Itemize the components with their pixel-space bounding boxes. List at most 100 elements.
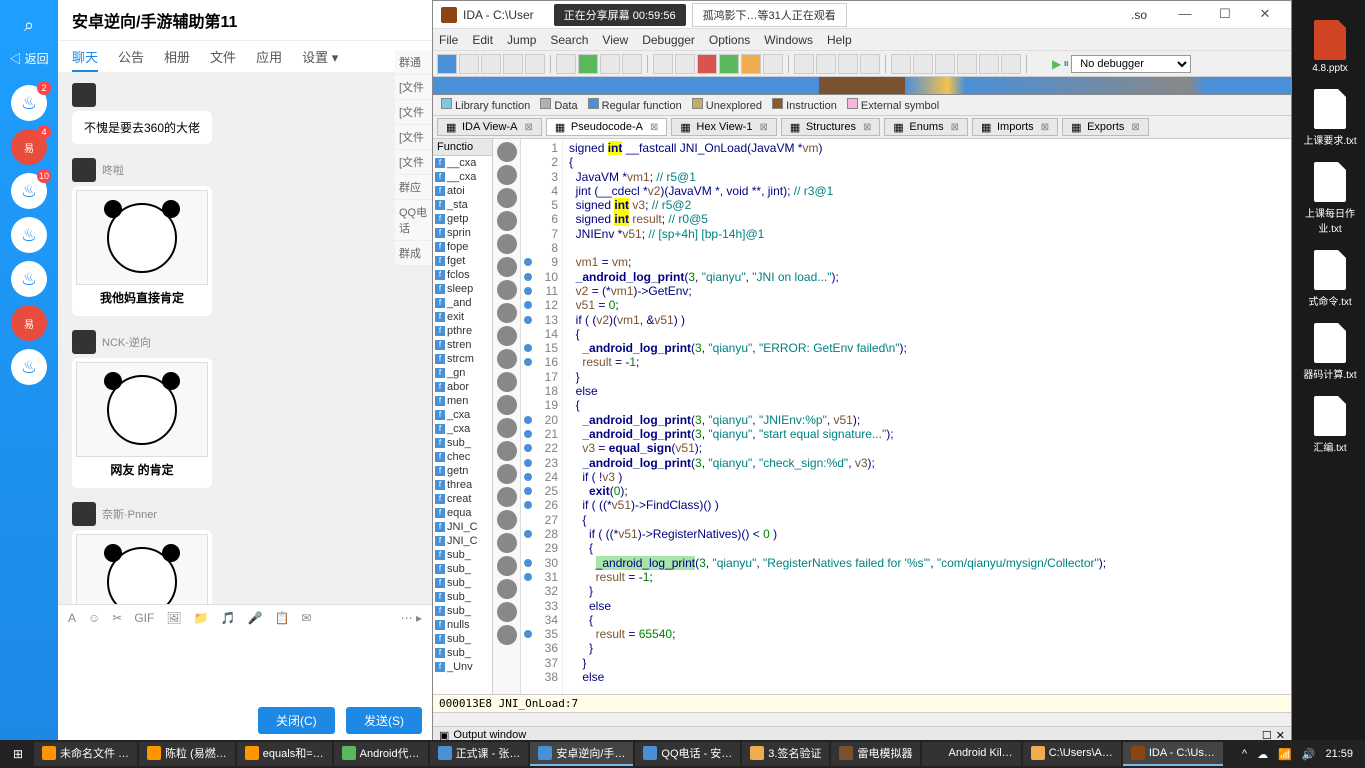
code-line[interactable] [569,241,1285,255]
toolbar-button[interactable] [794,54,814,74]
member-avatar[interactable] [497,625,517,645]
desktop-file[interactable]: 4.8.pptx [1300,20,1360,74]
sidebar-avatar[interactable]: ♨ [11,261,47,297]
compose-tool-icon[interactable]: A [68,611,76,625]
line-number[interactable]: 38 [521,670,562,684]
function-item[interactable]: fequa [433,506,492,520]
function-item[interactable]: fthrea [433,478,492,492]
menu-item[interactable]: Windows [764,33,813,47]
function-item[interactable]: ffclos [433,268,492,282]
chat-tab[interactable]: 文件 [210,50,236,65]
line-number[interactable]: 2 [521,155,562,169]
search-icon[interactable]: ⌕ [14,10,44,40]
menu-item[interactable]: Options [709,33,750,47]
line-number[interactable]: 33 [521,599,562,613]
member-avatar[interactable] [497,165,517,185]
compose-tool-icon[interactable]: 📋 [274,611,289,625]
member-avatar[interactable] [497,234,517,254]
function-item[interactable]: fmen [433,394,492,408]
code-line[interactable]: { [569,513,1285,527]
toolbar-button[interactable] [437,54,457,74]
line-number[interactable]: 20 [521,413,562,427]
view-tab[interactable]: ▦IDA View-A⊠ [437,118,542,136]
functions-panel[interactable]: Functio f__cxaf__cxafatoif_stafgetpfspri… [433,139,493,694]
function-item[interactable]: fstrcm [433,352,492,366]
function-item[interactable]: fcreat [433,492,492,506]
sender-avatar[interactable] [72,158,96,182]
ida-titlebar[interactable]: IDA - C:\User 正在分享屏幕 00:59:56 孤鸿影下…等31人正… [433,1,1291,29]
member-avatar[interactable] [497,188,517,208]
view-tab[interactable]: ▦Structures⊠ [781,118,881,136]
line-number[interactable]: 32 [521,584,562,598]
tab-close-icon[interactable]: ⊠ [650,122,658,133]
sidebar-avatar[interactable]: ♨10 [11,173,47,209]
sender-avatar[interactable] [72,83,96,107]
toolbar-button[interactable] [979,54,999,74]
toolbar-button[interactable] [600,54,620,74]
toolbar-button[interactable] [556,54,576,74]
compose-tool-icon[interactable]: 🎤 [247,611,262,625]
tab-close-icon[interactable]: ⊠ [1041,122,1049,133]
line-number[interactable]: 7 [521,227,562,241]
menu-item[interactable]: Edit [472,33,493,47]
code-line[interactable]: } [569,641,1285,655]
code-line[interactable]: if ( !v3 ) [569,470,1285,484]
line-number[interactable]: 13 [521,313,562,327]
function-item[interactable]: f__cxa [433,156,492,170]
member-avatar[interactable] [497,602,517,622]
function-item[interactable]: fsub_ [433,632,492,646]
toolbar-button[interactable] [675,54,695,74]
code-line[interactable]: _android_log_print(3, "qianyu", "ERROR: … [569,341,1285,355]
line-number[interactable]: 8 [521,241,562,255]
code-line[interactable]: else [569,384,1285,398]
line-number[interactable]: 30 [521,556,562,570]
chat-tab[interactable]: 聊天 [72,50,98,72]
tray-up-icon[interactable]: ^ [1242,748,1247,760]
compose-tool-icon[interactable]: 🎵 [221,611,236,625]
code-line[interactable]: result = -1; [569,570,1285,584]
tab-close-icon[interactable]: ⊠ [951,122,959,133]
taskbar-item[interactable]: 陈粒 (易燃… [139,742,235,766]
right-panel-item[interactable]: [文件 [395,75,435,100]
member-avatar[interactable] [497,556,517,576]
clock[interactable]: 21:59 [1325,748,1353,760]
function-item[interactable]: fatoi [433,184,492,198]
code-line[interactable]: signed int v3; // r5@2 [569,198,1285,212]
code-line[interactable]: { [569,398,1285,412]
desktop-file[interactable]: 汇编.txt [1300,396,1360,454]
right-panel-item[interactable]: [文件 [395,100,435,125]
chat-tab[interactable]: 相册 [164,50,190,65]
chat-tab[interactable]: 应用 [256,50,282,65]
line-number[interactable]: 26 [521,498,562,512]
sidebar-avatar[interactable]: ♨2 [11,85,47,121]
view-tab[interactable]: ▦Exports⊠ [1062,118,1149,136]
message-input[interactable] [58,631,432,701]
code-line[interactable]: signed int __fastcall JNI_OnLoad(JavaVM … [569,141,1285,155]
code-line[interactable]: v3 = equal_sign(v51); [569,441,1285,455]
line-number[interactable]: 37 [521,656,562,670]
code-line[interactable]: jint (__cdecl *v2)(JavaVM *, void **, ji… [569,184,1285,198]
sticker[interactable]: 我他妈直接肯定 [72,186,212,316]
sidebar-avatar[interactable]: ♨ [11,217,47,253]
member-avatar[interactable] [497,303,517,323]
toolbar-button[interactable] [578,54,598,74]
toolbar-button[interactable] [913,54,933,74]
member-avatar[interactable] [497,579,517,599]
code-line[interactable]: } [569,370,1285,384]
code-line[interactable]: if ( (v2)(vm1, &v51) ) [569,313,1285,327]
toolbar-button[interactable] [957,54,977,74]
line-number[interactable]: 12 [521,298,562,312]
compose-tool-icon[interactable]: ✉ [301,611,311,625]
toolbar-button[interactable] [891,54,911,74]
toolbar-button[interactable] [459,54,479,74]
compose-tool-icon[interactable]: ☺ [88,611,100,625]
toolbar-button[interactable] [741,54,761,74]
sidebar-avatar[interactable]: 易 [11,305,47,341]
taskbar-item[interactable]: QQ电话 - 安… [635,742,740,766]
code-line[interactable]: JavaVM *vm1; // r5@1 [569,170,1285,184]
toolbar-button[interactable] [763,54,783,74]
menu-item[interactable]: File [439,33,458,47]
right-panel-item[interactable]: 群应 [395,175,435,200]
code-line[interactable]: vm1 = vm; [569,255,1285,269]
function-item[interactable]: fsub_ [433,436,492,450]
